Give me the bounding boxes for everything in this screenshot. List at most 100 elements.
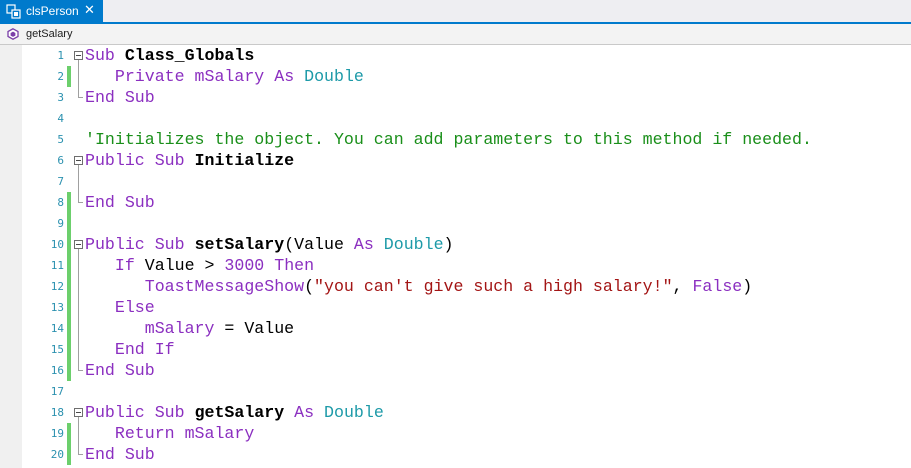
- fold-guide-end: [78, 192, 83, 203]
- line-number: 13: [50, 301, 64, 314]
- class-module-icon: [6, 4, 21, 19]
- code-token: As: [274, 67, 295, 86]
- line-number: 4: [57, 112, 64, 125]
- code-line[interactable]: 14 mSalary = Value: [0, 318, 911, 339]
- code-token: Double: [383, 235, 444, 254]
- code-line[interactable]: 11 If Value > 3000 Then: [0, 255, 911, 276]
- code-token: getSalary: [194, 403, 285, 422]
- code-text: End If: [85, 339, 175, 360]
- code-line[interactable]: 6 Public Sub Initialize: [0, 150, 911, 171]
- code-token: mSalary: [144, 319, 215, 338]
- tab-bar: clsPerson ✕: [0, 0, 911, 24]
- code-token: Then: [274, 256, 315, 275]
- code-token: Private: [114, 67, 185, 86]
- code-line[interactable]: 17: [0, 381, 911, 402]
- fold-guide: [78, 276, 79, 297]
- close-icon[interactable]: ✕: [84, 2, 95, 18]
- code-token: Sub: [85, 46, 115, 65]
- tab-clsperson[interactable]: clsPerson ✕: [0, 0, 103, 22]
- line-number: 7: [57, 175, 64, 188]
- collapse-icon[interactable]: [74, 156, 83, 165]
- line-number: 9: [57, 217, 64, 230]
- code-token: Double: [304, 67, 364, 86]
- code-token: ToastMessageShow: [144, 277, 305, 296]
- code-text: Public Sub setSalary(Value As Double): [85, 234, 454, 255]
- code-token: setSalary: [194, 235, 285, 254]
- line-number: 17: [50, 385, 64, 398]
- collapse-icon[interactable]: [74, 51, 83, 60]
- line-number: 16: [50, 364, 64, 377]
- code-token: mSalary: [174, 424, 255, 443]
- code-line[interactable]: 9: [0, 213, 911, 234]
- fold-guide: [78, 318, 79, 339]
- line-number: 11: [50, 259, 64, 272]
- change-marker: [67, 255, 71, 276]
- code-token: (: [304, 277, 315, 296]
- code-token: As: [294, 403, 315, 422]
- code-token: Initialize: [194, 151, 295, 170]
- change-marker: [67, 213, 71, 234]
- line-number: 2: [57, 70, 64, 83]
- change-marker: [67, 318, 71, 339]
- code-token: ,: [672, 277, 693, 296]
- code-token: mSalary: [184, 67, 265, 86]
- code-editor[interactable]: 1 Sub Class_Globals 2 Private mSalary As D…: [0, 45, 911, 468]
- code-token: Class_Globals: [124, 46, 255, 65]
- code-line[interactable]: 20 End Sub: [0, 444, 911, 465]
- code-token: Return: [114, 424, 175, 443]
- tab-label: clsPerson: [26, 4, 79, 18]
- fold-guide: [78, 255, 79, 276]
- line-number: 10: [50, 238, 64, 251]
- fold-guide: [78, 297, 79, 318]
- code-token: 'Initializes the object. You can add par…: [85, 130, 812, 149]
- code-line[interactable]: 15 End If: [0, 339, 911, 360]
- member-navigation-bar[interactable]: getSalary: [0, 24, 911, 45]
- line-number: 5: [57, 133, 64, 146]
- code-token: End Sub: [85, 193, 155, 212]
- code-line[interactable]: 2 Private mSalary As Double: [0, 66, 911, 87]
- fold-guide: [78, 339, 79, 360]
- code-line[interactable]: 16 End Sub: [0, 360, 911, 381]
- fold-guide: [78, 423, 79, 444]
- code-text: 'Initializes the object. You can add par…: [85, 129, 812, 150]
- code-token: Value >: [134, 256, 225, 275]
- method-icon: [7, 28, 19, 40]
- code-text: Private mSalary As Double: [85, 66, 364, 87]
- code-line[interactable]: 10 Public Sub setSalary(Value As Double): [0, 234, 911, 255]
- code-line[interactable]: 13 Else: [0, 297, 911, 318]
- code-line[interactable]: 1 Sub Class_Globals: [0, 45, 911, 66]
- change-marker: [67, 444, 71, 465]
- code-token: ): [742, 277, 753, 296]
- code-token: End Sub: [85, 88, 155, 107]
- code-token: Public Sub: [85, 403, 185, 422]
- fold-guide: [78, 66, 79, 87]
- fold-guide-end: [78, 87, 83, 98]
- code-line[interactable]: 4: [0, 108, 911, 129]
- code-line[interactable]: 7: [0, 171, 911, 192]
- line-number: 15: [50, 343, 64, 356]
- collapse-icon[interactable]: [74, 408, 83, 417]
- code-token: Double: [324, 403, 384, 422]
- code-line[interactable]: 19 Return mSalary: [0, 423, 911, 444]
- line-number: 19: [50, 427, 64, 440]
- code-line[interactable]: 3 End Sub: [0, 87, 911, 108]
- collapse-icon[interactable]: [74, 240, 83, 249]
- line-number: 18: [50, 406, 64, 419]
- change-marker: [67, 297, 71, 318]
- code-text: mSalary = Value: [85, 318, 294, 339]
- code-line[interactable]: 8 End Sub: [0, 192, 911, 213]
- code-text: End Sub: [85, 87, 155, 108]
- change-marker: [67, 192, 71, 213]
- change-marker: [67, 360, 71, 381]
- code-line[interactable]: 12 ToastMessageShow("you can't give such…: [0, 276, 911, 297]
- code-line[interactable]: 18 Public Sub getSalary As Double: [0, 402, 911, 423]
- code-line[interactable]: 5 'Initializes the object. You can add pa…: [0, 129, 911, 150]
